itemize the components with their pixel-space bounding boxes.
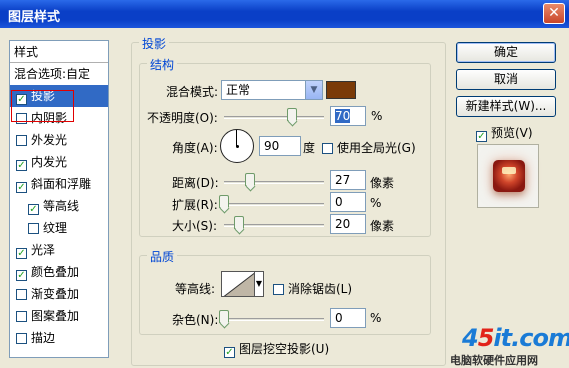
style-checkbox[interactable]: [16, 311, 27, 322]
angle-dial[interactable]: [220, 129, 254, 163]
style-item-label: 颜色叠加: [31, 265, 80, 279]
style-checkbox[interactable]: [16, 333, 27, 344]
style-item-label: 内发光: [31, 155, 68, 169]
distance-input[interactable]: 27: [330, 170, 366, 190]
style-item[interactable]: ✓ 颜色叠加: [10, 261, 108, 283]
spread-label: 扩展(R):: [172, 198, 218, 212]
contour-dropdown-arrow[interactable]: ▼: [255, 271, 264, 297]
spread-unit: %: [370, 196, 382, 210]
style-item-label: 图案叠加: [31, 309, 80, 323]
distance-slider[interactable]: [224, 181, 324, 184]
window-title: 图层样式: [8, 10, 61, 25]
knockout-label: 图层挖空投影(U): [239, 342, 330, 356]
angle-dial-center: [236, 145, 239, 148]
spread-slider-thumb[interactable]: [219, 195, 229, 208]
style-item[interactable]: ✓ 内发光: [10, 151, 108, 173]
noise-input[interactable]: 0: [330, 308, 366, 328]
shadow-color-swatch[interactable]: [326, 81, 356, 99]
style-item[interactable]: ✓ 光泽: [10, 239, 108, 261]
style-item-label: 外发光: [31, 133, 68, 147]
global-light-checkbox[interactable]: 使用全局光(G): [322, 139, 416, 156]
anti-alias-check[interactable]: [273, 284, 284, 295]
noise-slider-thumb[interactable]: [219, 310, 229, 323]
global-light-label: 使用全局光(G): [337, 141, 416, 155]
style-checkbox[interactable]: ✓: [16, 248, 27, 259]
contour-picker[interactable]: [221, 271, 255, 297]
site-watermark: 45it.com 电脑软硬件应用网: [446, 324, 569, 368]
structure-title: 结构: [147, 56, 178, 73]
blend-mode-select[interactable]: 正常 ▼: [221, 80, 323, 100]
styles-list: 样式 混合选项:自定 ✓ 投影 内阴影 外发光 ✓ 内发光 ✓ 斜面和浮雕 ✓ 等高线 纹理 ✓ 光泽 ✓…: [9, 40, 109, 358]
style-item[interactable]: ✓ 斜面和浮雕: [10, 173, 108, 195]
style-item[interactable]: 纹理: [10, 217, 108, 239]
new-style-button[interactable]: 新建样式(W)...: [456, 96, 556, 117]
contour-preview-icon: [223, 272, 254, 296]
style-item[interactable]: 外发光: [10, 129, 108, 151]
distance-slider-thumb[interactable]: [245, 173, 255, 186]
distance-label: 距离(D):: [172, 176, 219, 190]
layer-style-dialog: 图层样式 ✕ 样式 混合选项:自定 ✓ 投影 内阴影 外发光 ✓ 内发光 ✓ 斜面和浮雕 ✓ 等高…: [0, 0, 569, 368]
preview-label: 预览(V): [491, 126, 533, 140]
angle-label: 角度(A):: [172, 141, 218, 155]
opacity-label: 不透明度(O):: [147, 111, 218, 125]
opacity-unit: %: [371, 109, 383, 123]
size-unit: 像素: [370, 219, 395, 233]
ok-button[interactable]: 确定: [456, 42, 556, 63]
quality-title: 品质: [147, 248, 178, 265]
cancel-button[interactable]: 取消: [456, 69, 556, 90]
angle-unit: 度: [303, 141, 316, 155]
preview-checkbox[interactable]: ✓ 预览(V): [476, 124, 533, 142]
style-checkbox[interactable]: ✓: [28, 204, 39, 215]
spread-slider[interactable]: [224, 203, 324, 206]
blend-mode-label: 混合模式:: [166, 85, 219, 99]
opacity-slider-thumb[interactable]: [287, 108, 297, 121]
spread-input[interactable]: 0: [330, 192, 366, 212]
preview-thumbnail: [493, 160, 525, 192]
style-item-label: 描边: [31, 331, 56, 345]
style-item-label: 纹理: [43, 221, 68, 235]
style-checkbox[interactable]: [16, 289, 27, 300]
noise-unit: %: [370, 311, 382, 325]
opacity-slider[interactable]: [224, 116, 324, 119]
contour-label: 等高线:: [175, 282, 216, 296]
knockout-checkbox[interactable]: ✓ 图层挖空投影(U): [224, 340, 329, 358]
anti-alias-checkbox[interactable]: 消除锯齿(L): [273, 280, 352, 297]
style-checkbox[interactable]: ✓: [16, 182, 27, 193]
style-checkbox[interactable]: ✓: [16, 270, 27, 281]
title-bar: 图层样式 ✕: [0, 0, 569, 28]
style-item[interactable]: ✓ 等高线: [10, 195, 108, 217]
style-checkbox[interactable]: ✓: [16, 160, 27, 171]
angle-dial-hand: [236, 130, 237, 146]
close-button[interactable]: ✕: [543, 3, 565, 24]
styles-header[interactable]: 样式: [10, 41, 108, 63]
size-input[interactable]: 20: [330, 214, 366, 234]
blend-mode-value: 正常: [226, 83, 251, 97]
blend-options-item[interactable]: 混合选项:自定: [10, 63, 108, 85]
style-item[interactable]: 渐变叠加: [10, 283, 108, 305]
highlight-annotation: [11, 90, 74, 122]
style-checkbox[interactable]: [16, 135, 27, 146]
distance-unit: 像素: [370, 176, 395, 190]
watermark-logo: 45it.com: [462, 324, 569, 352]
opacity-input[interactable]: 70: [330, 106, 366, 126]
style-item-label: 渐变叠加: [31, 287, 80, 301]
size-slider-thumb[interactable]: [234, 216, 244, 229]
style-preview: [477, 144, 539, 208]
global-light-check[interactable]: [322, 143, 333, 154]
angle-input[interactable]: 90: [259, 136, 301, 156]
style-item[interactable]: 描边: [10, 327, 108, 349]
drop-shadow-title: 投影: [139, 35, 170, 52]
preview-check[interactable]: ✓: [476, 131, 487, 142]
noise-label: 杂色(N):: [172, 313, 219, 327]
knockout-check[interactable]: ✓: [224, 347, 235, 358]
chevron-down-icon: ▼: [305, 81, 322, 99]
style-item-label: 光泽: [31, 243, 56, 257]
style-item-label: 等高线: [43, 199, 80, 213]
style-checkbox[interactable]: [28, 223, 39, 234]
style-item[interactable]: 图案叠加: [10, 305, 108, 327]
size-label: 大小(S):: [172, 219, 218, 233]
noise-slider[interactable]: [224, 318, 324, 321]
style-item-label: 斜面和浮雕: [31, 177, 92, 191]
anti-alias-label: 消除锯齿(L): [288, 282, 353, 296]
